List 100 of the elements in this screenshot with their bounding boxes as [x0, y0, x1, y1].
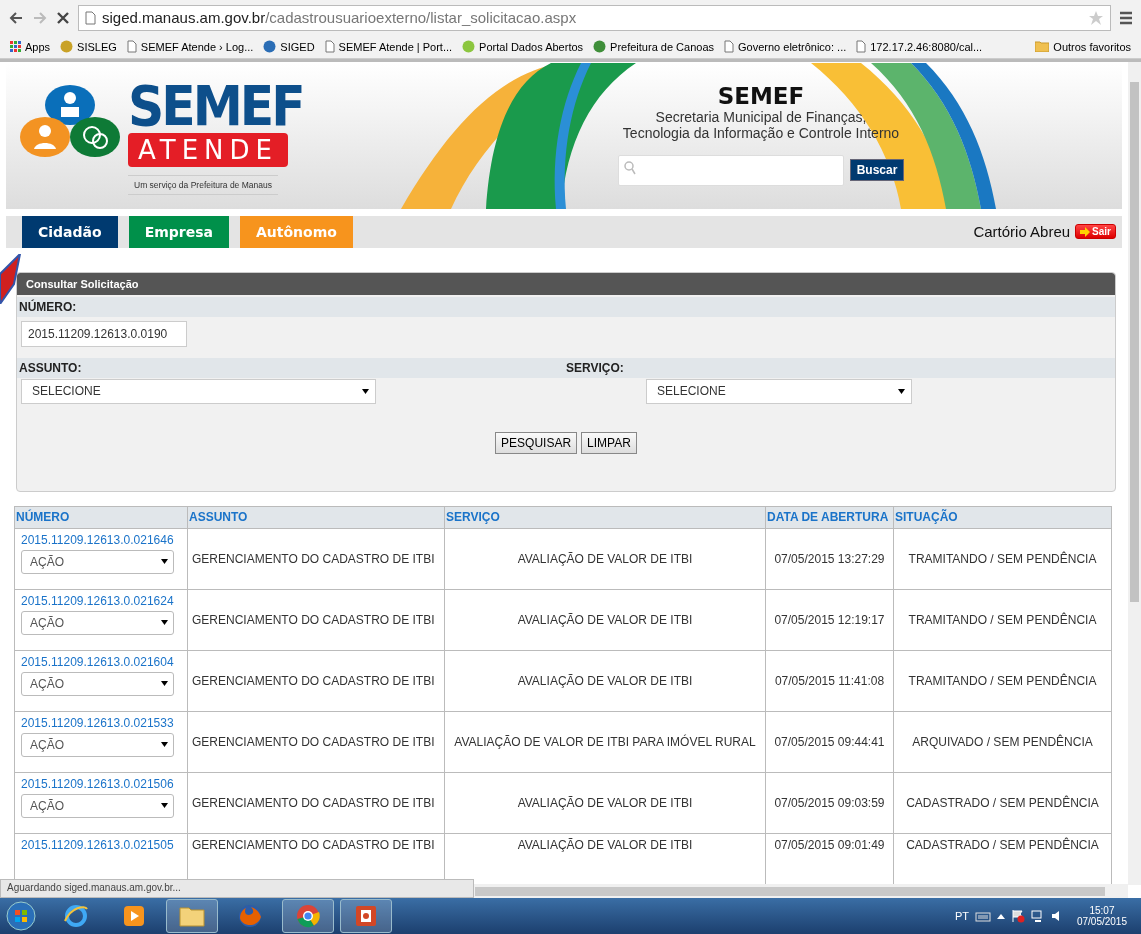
horizontal-scrollbar[interactable] [474, 884, 1128, 899]
bookmark-item[interactable]: Apps [10, 40, 51, 53]
bookmark-item[interactable]: SISLEG [60, 40, 117, 54]
table-cell: ARQUIVADO / SEM PENDÊNCIA [893, 711, 1112, 773]
bookmark-folder[interactable]: Outros favoritos [1035, 40, 1131, 53]
table-cell: GERENCIAMENTO DO CADASTRO DE ITBI [187, 528, 445, 590]
site-emblem-icon [60, 40, 74, 54]
search-field[interactable] [617, 154, 844, 186]
table-cell: 07/05/2015 09:03:59 [765, 772, 894, 834]
request-link[interactable]: 2015.11209.12613.0.021506 [21, 776, 181, 791]
logo-title: SEMEF [128, 80, 303, 131]
column-header: SITUAÇÃO [893, 506, 1112, 529]
action-select[interactable]: AÇÃO [21, 610, 174, 635]
caret-up-icon[interactable] [996, 913, 1005, 919]
request-link[interactable]: 2015.11209.12613.0.021646 [21, 532, 181, 547]
chrome-circle-icon [295, 903, 321, 929]
form-button[interactable]: LIMPAR [581, 431, 637, 454]
org-subtitle: Secretaria Municipal de Finanças, [655, 108, 867, 125]
clock[interactable]: 15:07 07/05/2015 [1076, 905, 1127, 927]
user-name: Cartório Abreu [973, 223, 1071, 241]
vertical-scrollbar[interactable] [1128, 61, 1141, 885]
taskbar-button[interactable] [340, 899, 392, 933]
search-icon [623, 160, 636, 175]
column-header: NÚMERO [14, 506, 188, 529]
request-link[interactable]: 2015.11209.12613.0.021533 [21, 715, 181, 730]
bookmark-item[interactable]: SIGED [263, 40, 315, 54]
table-cell: 07/05/2015 11:41:08 [765, 650, 894, 712]
caret-down-icon [161, 681, 168, 687]
field-label: NÚMERO: [19, 299, 77, 314]
bookmark-item[interactable]: Prefeitura de Canoas [593, 40, 714, 54]
panel-title: Consultar Solicitação [17, 272, 1115, 295]
folder-icon [1035, 41, 1050, 53]
play-icon [123, 905, 145, 927]
request-link[interactable]: 2015.11209.12613.0.021624 [21, 593, 181, 608]
logo-tagline: Um serviço da Prefeitura de Manaus [128, 174, 278, 195]
action-select[interactable]: AÇÃO [21, 671, 174, 696]
status-bubble: Aguardando siged.manaus.am.gov.br... [0, 879, 474, 899]
subject-select[interactable]: SELECIONE [21, 378, 376, 404]
org-title: SEMEF [717, 82, 805, 109]
field-label: ASSUNTO: [19, 360, 83, 375]
table-cell: 07/05/2015 09:44:41 [765, 711, 894, 773]
service-select[interactable]: SELECIONE [646, 378, 912, 404]
slides-icon [354, 904, 378, 928]
page-icon [324, 40, 335, 54]
column-header: ASSUNTO [187, 506, 445, 529]
address-bar[interactable]: siged.manaus.am.gov.br/cadastrousuarioexterno/listar_solicitacao.aspx [78, 5, 1111, 31]
taskbar-button[interactable] [282, 899, 334, 933]
menu-icon[interactable] [1119, 11, 1133, 25]
arrow-icon [1080, 226, 1091, 237]
start-button-icon[interactable] [6, 901, 36, 931]
flag-icon[interactable] [1010, 909, 1025, 923]
page-icon [856, 40, 867, 54]
page-icon [126, 40, 137, 54]
number-input[interactable]: 2015.11209.12613.0.0190 [21, 320, 187, 347]
bookmark-item[interactable]: Portal Dados Abertos [462, 40, 584, 54]
table-cell: AVALIAÇÃO DE VALOR DE ITBI [444, 589, 766, 651]
table-cell: 07/05/2015 13:27:29 [765, 528, 894, 590]
action-select[interactable]: AÇÃO [21, 549, 174, 574]
table-cell: TRAMITANDO / SEM PENDÊNCIA [893, 528, 1112, 590]
globe-ring-icon [63, 903, 89, 929]
caret-down-icon [161, 742, 168, 748]
table-cell: CADASTRADO / SEM PENDÊNCIA [893, 772, 1112, 834]
apps-grid-icon [10, 41, 21, 53]
action-select[interactable]: AÇÃO [21, 793, 174, 818]
site-emblem-icon [462, 40, 476, 54]
language-indicator[interactable]: PT [954, 910, 969, 922]
page-icon [724, 40, 734, 54]
table-cell: GERENCIAMENTO DO CADASTRO DE ITBI [187, 589, 445, 651]
page-icon [85, 11, 96, 25]
network-icon[interactable] [1030, 909, 1045, 923]
back-icon[interactable] [8, 10, 24, 26]
star-icon[interactable] [1088, 10, 1104, 26]
field-label: SERVIÇO: [566, 360, 625, 375]
form-button[interactable]: PESQUISAR [495, 431, 578, 454]
logo-subtitle: ATENDE [128, 132, 288, 167]
folder-icon [179, 905, 205, 927]
stop-icon[interactable] [56, 11, 70, 25]
keyboard-icon[interactable] [974, 910, 991, 922]
logout-button[interactable]: Sair [1075, 224, 1116, 240]
table-cell: AVALIAÇÃO DE VALOR DE ITBI [444, 528, 766, 590]
bookmark-item[interactable]: SEMEF Atende | Port... [324, 40, 453, 54]
request-link[interactable]: 2015.11209.12613.0.021604 [21, 654, 181, 669]
column-header: SERVIÇO [444, 506, 766, 529]
taskbar-button[interactable] [166, 899, 218, 933]
bookmark-item[interactable]: SEMEF Atende › Log... [126, 40, 254, 54]
table-cell: GERENCIAMENTO DO CADASTRO DE ITBI [187, 650, 445, 712]
caret-down-icon [161, 803, 168, 809]
caret-down-icon [362, 388, 369, 394]
nav-tab[interactable]: Empresa [128, 215, 229, 248]
column-header: DATA DE ABERTURA [765, 506, 894, 529]
table-cell: GERENCIAMENTO DO CADASTRO DE ITBI [187, 711, 445, 773]
table-cell: GERENCIAMENTO DO CADASTRO DE ITBI [187, 772, 445, 834]
bookmark-item[interactable]: Governo eletrônico: ... [724, 40, 847, 54]
table-cell: TRAMITANDO / SEM PENDÊNCIA [893, 589, 1112, 651]
nav-tab[interactable]: Cidadão [22, 215, 118, 248]
site-emblem-icon [593, 40, 607, 54]
bookmark-item[interactable]: 172.17.2.46:8080/cal... [856, 40, 983, 54]
search-button[interactable]: Buscar [849, 159, 905, 182]
action-select[interactable]: AÇÃO [21, 732, 174, 757]
table-cell: 07/05/2015 12:19:17 [765, 589, 894, 651]
